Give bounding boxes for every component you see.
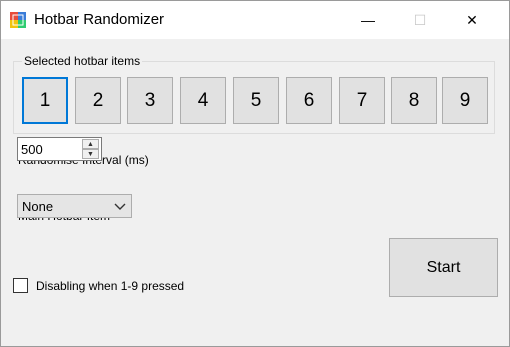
hotbar-item-9-button[interactable]: 9	[442, 77, 488, 124]
disable-checkbox[interactable]	[13, 278, 28, 293]
close-button[interactable]: ✕	[449, 1, 495, 39]
interval-value[interactable]: 500	[21, 142, 43, 157]
maximize-icon: ☐	[413, 11, 427, 28]
hotbar-item-1-button[interactable]: 1	[22, 77, 68, 124]
start-button[interactable]: Start	[389, 238, 498, 297]
hotbar-item-8-button[interactable]: 8	[391, 77, 437, 124]
hotbar-item-6-button[interactable]: 6	[286, 77, 332, 124]
hotbar-item-5-button[interactable]: 5	[233, 77, 279, 124]
app-window: Hotbar Randomizer — ☐ ✕ Selected hotbar …	[0, 0, 510, 347]
chevron-down-icon	[114, 203, 126, 210]
spin-up-button[interactable]: ▲	[82, 139, 99, 149]
hotbar-item-4-button[interactable]: 4	[180, 77, 226, 124]
hotbar-item-7-button[interactable]: 7	[339, 77, 385, 124]
main-content: Selected hotbar items 1 2 3 4 5 6 7 8 9 …	[1, 39, 509, 346]
disable-checkbox-label[interactable]: Disabling when 1-9 pressed	[36, 279, 184, 293]
interval-spinner[interactable]: 500 ▲ ▼	[17, 137, 102, 161]
main-item-select[interactable]: None	[17, 194, 132, 218]
arrow-up-icon: ▲	[87, 140, 94, 148]
main-item-selected: None	[22, 199, 54, 214]
minimize-button[interactable]: —	[345, 1, 391, 39]
close-icon: ✕	[466, 11, 478, 28]
title-bar[interactable]: Hotbar Randomizer — ☐ ✕	[1, 1, 509, 39]
app-icon	[10, 12, 26, 28]
hotbar-item-2-button[interactable]: 2	[75, 77, 121, 124]
maximize-button[interactable]: ☐	[397, 1, 443, 39]
window-title: Hotbar Randomizer	[34, 11, 165, 28]
arrow-down-icon: ▼	[87, 150, 94, 158]
spin-down-button[interactable]: ▼	[82, 149, 99, 159]
hotbar-item-3-button[interactable]: 3	[127, 77, 173, 124]
hotbar-group-legend: Selected hotbar items	[24, 54, 141, 68]
minimize-icon: —	[361, 12, 375, 28]
